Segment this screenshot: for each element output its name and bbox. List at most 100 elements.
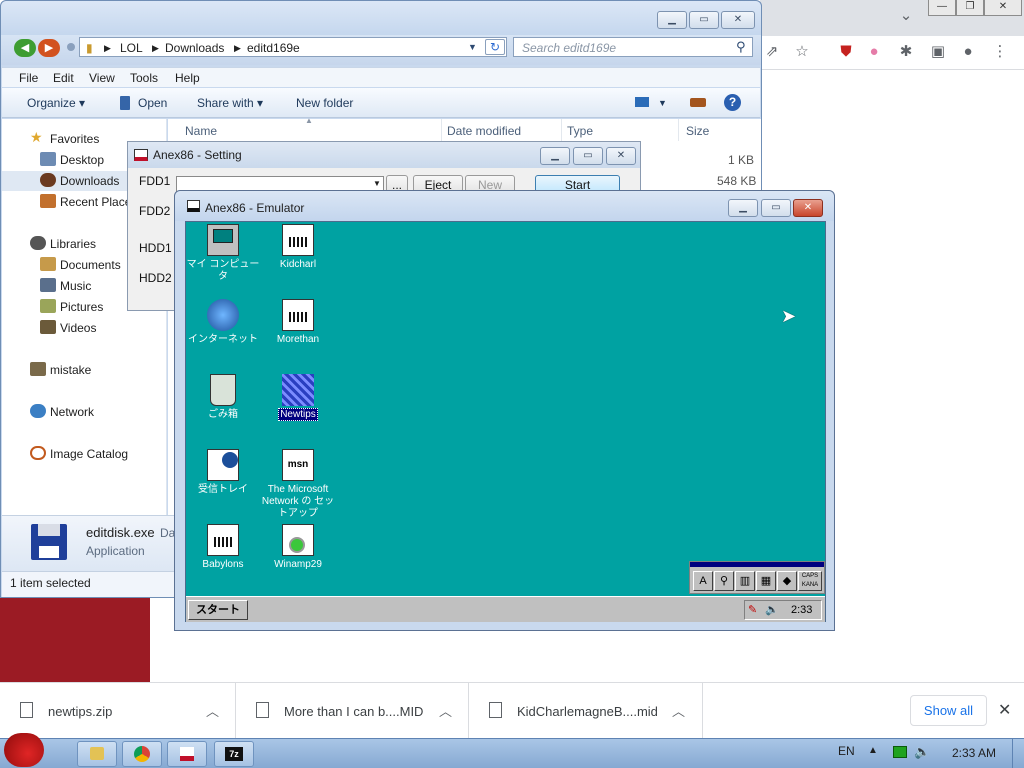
start-orb-icon[interactable] (4, 733, 44, 767)
refresh-icon[interactable]: ↻ (485, 39, 505, 55)
desktop-icon-internet[interactable]: インターネット (183, 299, 263, 346)
taskbar-anex86-button[interactable] (167, 741, 207, 767)
status-text: 1 item selected (10, 576, 91, 590)
menu-edit[interactable]: Edit (53, 71, 74, 85)
help-icon[interactable]: ? (724, 94, 741, 111)
download-options-chevron-icon[interactable]: ︿ (439, 701, 452, 720)
breadcrumb-downloads[interactable]: Downloads (165, 41, 224, 55)
browser-close-button[interactable]: ✕ (984, 0, 1022, 16)
explorer-titlebar[interactable]: ▁ ▭ ✕ (1, 1, 761, 35)
desktop-icon-inbox[interactable]: 受信トレイ (183, 449, 263, 496)
download-item[interactable]: newtips.zip ︿ (0, 683, 236, 739)
explorer-maximize-button[interactable]: ▭ (689, 11, 719, 29)
share-with-button[interactable]: Share with ▾ (197, 96, 263, 110)
download-item[interactable]: KidCharlemagneB....mid ︿ (469, 683, 703, 739)
emulator-maximize-button[interactable]: ▭ (761, 199, 791, 217)
volume-icon[interactable]: 🔈 (765, 601, 779, 619)
address-bar[interactable]: ▮ ▶ LOL ▶ Downloads ▶ editd169e ▼ ↻ (79, 37, 507, 57)
search-box[interactable]: Search editd169e ⚲ (513, 37, 753, 57)
browser-minimize-button[interactable]: — (928, 0, 956, 16)
desktop-icon-kidcharl[interactable]: Kidcharl (258, 224, 338, 271)
search-icon[interactable]: ⚲ (736, 39, 746, 55)
bookmark-star-icon[interactable]: ☆ (792, 42, 812, 62)
desktop-icon-msn-setup[interactable]: msn The Microsoft Network の セットアップ (258, 449, 338, 520)
column-header-size[interactable]: Size (686, 124, 709, 138)
desktop-icon-newtips[interactable]: Newtips (258, 374, 338, 421)
sidebar-item-videos[interactable]: Videos (2, 318, 167, 338)
address-dropdown-icon[interactable]: ▼ (468, 42, 477, 52)
ime-search-icon[interactable]: ⚲ (714, 571, 734, 591)
organize-button[interactable]: Organize ▾ (27, 96, 85, 110)
sidebar-item-network[interactable]: Network (2, 402, 167, 422)
desktop-icon-babylons[interactable]: Babylons (183, 524, 263, 571)
sidebar-item-mistake[interactable]: mistake (2, 360, 167, 380)
desktop-icon-morethan[interactable]: Morethan (258, 299, 338, 346)
browser-restore-button[interactable]: ❐ (956, 0, 984, 16)
explorer-close-button[interactable]: ✕ (721, 11, 755, 29)
input-language-indicator[interactable]: EN (838, 744, 855, 758)
profile-avatar-icon[interactable]: ● (958, 42, 978, 62)
recent-pages-icon[interactable] (67, 43, 75, 51)
fdd1-dropdown-icon[interactable]: ▼ (373, 179, 381, 188)
zip-file-icon (20, 702, 33, 718)
column-header-date[interactable]: Date modified (447, 124, 521, 138)
taskbar-explorer-button[interactable] (77, 741, 117, 767)
forward-arrow-icon[interactable]: ▶ (38, 39, 60, 57)
view-dropdown-icon[interactable]: ▼ (658, 98, 667, 108)
back-arrow-icon[interactable]: ◀ (14, 39, 36, 57)
extension-flag-icon[interactable]: ● (864, 42, 884, 62)
column-header-name[interactable]: Name (185, 124, 217, 138)
explorer-minimize-button[interactable]: ▁ (657, 11, 687, 29)
desktop-icon-recycle-bin[interactable]: ごみ箱 (183, 374, 263, 421)
desktop-icon-my-computer[interactable]: マイ コンピュータ (183, 224, 263, 283)
ime-caps-kana-indicator: CAPS KANA (798, 571, 822, 591)
pc98-start-button[interactable]: スタート (188, 600, 248, 620)
ime-tool-icon[interactable]: ◆ (777, 571, 797, 591)
share-icon[interactable]: ⇗ (762, 42, 782, 62)
details-file-type: Application (86, 544, 145, 558)
extensions-puzzle-icon[interactable]: ✱ (896, 42, 916, 62)
new-folder-button[interactable]: New folder (296, 96, 353, 110)
volume-icon[interactable]: 🔈 (914, 744, 930, 760)
download-options-chevron-icon[interactable]: ︿ (672, 701, 685, 720)
setting-maximize-button[interactable]: ▭ (573, 147, 603, 165)
network-status-icon[interactable] (893, 746, 907, 758)
taskbar-clock[interactable]: 2:33 AM (952, 746, 996, 760)
column-header-type[interactable]: Type (567, 124, 593, 138)
menu-file[interactable]: File (19, 71, 38, 85)
setting-close-button[interactable]: ✕ (606, 147, 636, 165)
pen-ime-icon[interactable]: ✎ (748, 601, 757, 619)
setting-minimize-button[interactable]: ▁ (540, 147, 570, 165)
open-button[interactable]: Open (138, 96, 167, 110)
show-all-button[interactable]: Show all (910, 695, 987, 726)
tab-search-chevron-icon[interactable]: ⌄ (896, 6, 916, 26)
ime-mode-button[interactable]: A (693, 571, 713, 591)
show-hidden-icons-icon[interactable]: ▲ (868, 745, 878, 756)
emulator-close-button[interactable]: ✕ (793, 199, 823, 217)
taskbar-7zip-button[interactable]: 7z (214, 741, 254, 767)
emulator-minimize-button[interactable]: ▁ (728, 199, 758, 217)
taskbar-chrome-button[interactable] (122, 741, 162, 767)
sidebar-item-image-catalog[interactable]: Image Catalog (2, 444, 167, 464)
ime-pad-icon[interactable]: ▦ (756, 571, 776, 591)
breadcrumb-chevron-icon: ▶ (104, 43, 111, 53)
close-shelf-icon[interactable]: ✕ (998, 700, 1011, 720)
preview-pane-icon[interactable] (690, 98, 706, 107)
inbox-icon (207, 449, 239, 481)
menu-view[interactable]: View (89, 71, 115, 85)
breadcrumb-editd169e[interactable]: editd169e (247, 41, 300, 55)
setting-titlebar[interactable]: Anex86 - Setting ▁ ▭ ✕ (128, 142, 640, 168)
extension-shield-icon[interactable]: ⛊ (836, 42, 856, 62)
show-desktop-button[interactable] (1012, 739, 1024, 768)
menu-tools[interactable]: Tools (130, 71, 158, 85)
side-panel-icon[interactable]: ▣ (928, 42, 948, 62)
desktop-icon-winamp[interactable]: Winamp29 (258, 524, 338, 571)
ime-dictionary-icon[interactable]: ▥ (735, 571, 755, 591)
change-view-icon[interactable] (635, 97, 649, 107)
breadcrumb-lol[interactable]: LOL (120, 41, 143, 55)
menu-help[interactable]: Help (175, 71, 200, 85)
download-item[interactable]: More than I can b....MID ︿ (236, 683, 469, 739)
download-options-chevron-icon[interactable]: ︿ (206, 701, 219, 720)
emulator-titlebar[interactable]: Anex86 - Emulator ▁ ▭ ✕ (175, 191, 834, 221)
browser-menu-icon[interactable]: ⋮ (990, 42, 1010, 62)
